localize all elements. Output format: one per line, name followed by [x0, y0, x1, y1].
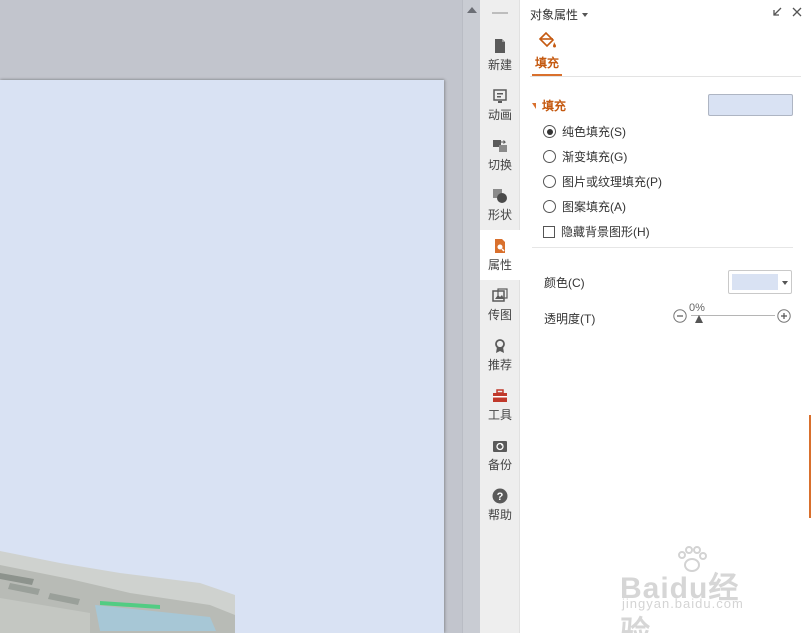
- radio-solid-fill[interactable]: 纯色填充(S): [543, 124, 626, 140]
- radio-checked-icon[interactable]: [543, 125, 556, 138]
- tab-label: 工具: [487, 408, 512, 422]
- chevron-down-icon: [782, 281, 788, 285]
- transparency-value: 0%: [689, 302, 705, 314]
- fill-preview-swatch: [708, 94, 793, 116]
- tab-shapes[interactable]: 形状: [480, 180, 520, 230]
- radio-unchecked-icon[interactable]: [543, 150, 556, 163]
- panel-title: 对象属性: [530, 8, 579, 22]
- tab-label: 帮助: [487, 508, 512, 522]
- fill-section-label: 填充: [542, 99, 567, 113]
- radio-pattern-fill[interactable]: 图案填充(A): [543, 199, 626, 215]
- object-properties-panel: 对象属性 填充 填充 纯色填充(S) 渐变填充(G) 图片或纹理填充(P) 图案…: [520, 0, 811, 633]
- help-icon: ?: [492, 488, 508, 504]
- divider: [530, 76, 801, 77]
- option-label: 图案填充(A): [562, 200, 626, 214]
- tab-help[interactable]: ? 帮助: [480, 480, 520, 530]
- tab-recommend[interactable]: 推荐: [480, 330, 520, 380]
- slide-workspace: [0, 0, 462, 633]
- vertical-scrollbar[interactable]: [462, 0, 480, 633]
- radio-picture-texture-fill[interactable]: 图片或纹理填充(P): [543, 174, 662, 190]
- color-picker-dropdown[interactable]: [728, 270, 792, 294]
- decrease-icon[interactable]: [673, 309, 687, 323]
- slide-canvas[interactable]: [0, 80, 444, 633]
- tab-label: 推荐: [487, 358, 512, 372]
- paint-bucket-icon: [538, 31, 556, 48]
- option-label: 图片或纹理填充(P): [562, 175, 662, 189]
- tab-upload-image[interactable]: 传图: [480, 280, 520, 330]
- tab-transition[interactable]: 切换: [480, 130, 520, 180]
- transparency-label: 透明度(T): [544, 312, 596, 326]
- tab-label: 形状: [487, 208, 512, 222]
- upload-image-icon: [492, 288, 508, 302]
- panel-title-dropdown[interactable]: 对象属性: [530, 6, 589, 23]
- tabbar-grip-icon[interactable]: [492, 12, 508, 14]
- watermark-url: jingyan.baidu.com: [622, 596, 744, 611]
- tab-backup[interactable]: 备份: [480, 430, 520, 480]
- tab-label: 属性: [487, 258, 512, 272]
- option-label: 渐变填充(G): [562, 150, 628, 164]
- baidu-jingyan-watermark: Baidu经验 jingyan.baidu.com: [620, 545, 770, 633]
- animation-icon: [493, 89, 507, 103]
- tab-label: 切换: [487, 158, 512, 172]
- shapes-icon: [493, 189, 507, 203]
- close-icon[interactable]: [791, 6, 803, 18]
- toolbox-icon: [493, 389, 507, 402]
- tab-label: 传图: [487, 308, 512, 322]
- tab-properties[interactable]: 属性: [480, 230, 521, 280]
- task-pane-tabbar: 新建 动画 切换 形状 属性 传图 推荐 工具 备份 ? 帮助: [480, 0, 521, 633]
- tab-tools[interactable]: 工具: [480, 380, 520, 430]
- divider: [532, 247, 793, 248]
- transition-icon: [493, 140, 507, 152]
- transparency-slider-thumb[interactable]: [695, 315, 703, 323]
- fill-section-toggle[interactable]: 填充: [532, 97, 566, 114]
- tab-animation[interactable]: 动画: [480, 80, 520, 130]
- color-label: 颜色(C): [544, 276, 585, 290]
- scroll-up-arrow-icon[interactable]: [467, 7, 477, 13]
- option-label: 纯色填充(S): [562, 125, 626, 139]
- chevron-down-icon: [582, 13, 589, 17]
- properties-icon: [495, 239, 505, 253]
- restore-panel-icon[interactable]: [771, 6, 783, 18]
- color-swatch: [732, 274, 778, 290]
- new-doc-icon: [495, 39, 505, 53]
- tab-fill-label: 填充: [534, 56, 559, 70]
- radio-gradient-fill[interactable]: 渐变填充(G): [543, 149, 627, 165]
- backup-icon: [493, 441, 507, 452]
- device-image: [0, 551, 235, 633]
- radio-unchecked-icon[interactable]: [543, 175, 556, 188]
- tab-label: 备份: [487, 458, 512, 472]
- collapse-triangle-icon: [532, 103, 536, 109]
- checkbox-hide-background[interactable]: 隐藏背景图形(H): [543, 224, 650, 240]
- tab-fill[interactable]: 填充: [532, 30, 562, 76]
- tab-label: 新建: [487, 58, 512, 72]
- checkbox-unchecked-icon[interactable]: [543, 226, 555, 238]
- option-label: 隐藏背景图形(H): [561, 225, 650, 239]
- tab-new[interactable]: 新建: [480, 30, 520, 80]
- recommend-icon: [495, 339, 505, 353]
- tab-label: 动画: [487, 108, 512, 122]
- transparency-slider-track[interactable]: [691, 315, 775, 316]
- increase-icon[interactable]: [777, 309, 791, 323]
- radio-unchecked-icon[interactable]: [543, 200, 556, 213]
- svg-text:?: ?: [497, 491, 504, 503]
